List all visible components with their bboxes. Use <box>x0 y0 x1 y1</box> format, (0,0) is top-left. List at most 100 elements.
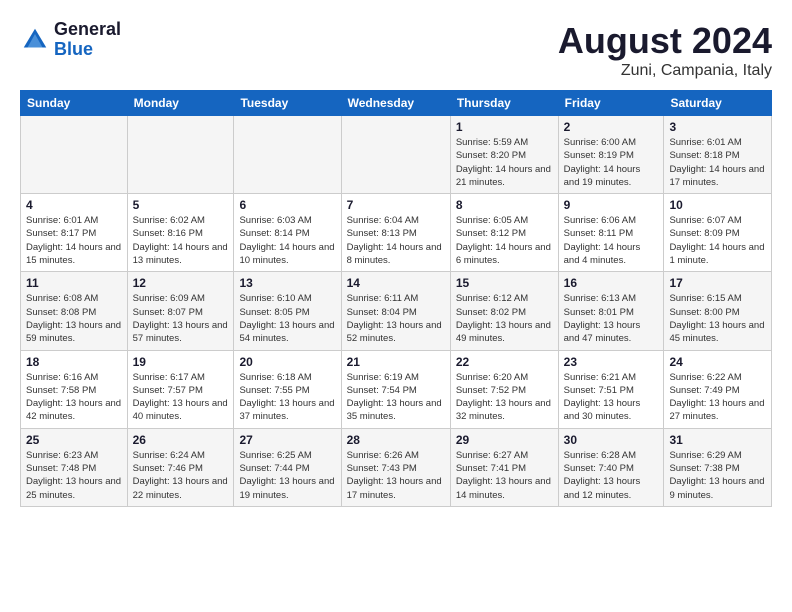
cell-content: Sunrise: 6:23 AM Sunset: 7:48 PM Dayligh… <box>26 449 122 502</box>
calendar-cell: 29 Sunrise: 6:27 AM Sunset: 7:41 PM Dayli… <box>450 428 558 506</box>
day-number: 29 <box>456 433 553 447</box>
logo-icon <box>20 25 50 55</box>
calendar-cell: 24Sunrise: 6:22 AM Sunset: 7:49 PM Dayli… <box>664 350 772 428</box>
calendar-cell: 6 Sunrise: 6:03 AM Sunset: 8:14 PM Daylig… <box>234 194 341 272</box>
calendar-cell <box>234 116 341 194</box>
logo-general: General <box>54 20 121 40</box>
cell-content: Sunrise: 6:04 AM Sunset: 8:13 PM Dayligh… <box>347 214 445 267</box>
calendar-cell: 12 Sunrise: 6:09 AM Sunset: 8:07 PM Dayli… <box>127 272 234 350</box>
day-number: 6 <box>239 198 335 212</box>
day-number: 10 <box>669 198 766 212</box>
weekday-header-thursday: Thursday <box>450 91 558 116</box>
calendar-cell: 25 Sunrise: 6:23 AM Sunset: 7:48 PM Dayli… <box>21 428 128 506</box>
weekday-header-monday: Monday <box>127 91 234 116</box>
cell-content: Sunrise: 6:19 AM Sunset: 7:54 PM Dayligh… <box>347 371 445 424</box>
calendar-cell: 4 Sunrise: 6:01 AM Sunset: 8:17 PM Daylig… <box>21 194 128 272</box>
day-number: 3 <box>669 120 766 134</box>
day-number: 22 <box>456 355 553 369</box>
day-number: 26 <box>133 433 229 447</box>
calendar-cell: 31 Sunrise: 6:29 AM Sunset: 7:38 PM Dayli… <box>664 428 772 506</box>
calendar-cell: 30Sunrise: 6:28 AM Sunset: 7:40 PM Dayli… <box>558 428 664 506</box>
calendar-cell: 5 Sunrise: 6:02 AM Sunset: 8:16 PM Daylig… <box>127 194 234 272</box>
calendar-cell: 2 Sunrise: 6:00 AM Sunset: 8:19 PM Daylig… <box>558 116 664 194</box>
calendar-cell: 23 Sunrise: 6:21 AM Sunset: 7:51 PM Dayli… <box>558 350 664 428</box>
weekday-header-saturday: Saturday <box>664 91 772 116</box>
calendar-cell: 21 Sunrise: 6:19 AM Sunset: 7:54 PM Dayli… <box>341 350 450 428</box>
cell-content: Sunrise: 5:59 AM Sunset: 8:20 PM Dayligh… <box>456 136 553 189</box>
cell-content: Sunrise: 6:09 AM Sunset: 8:07 PM Dayligh… <box>133 292 229 345</box>
weekday-header-tuesday: Tuesday <box>234 91 341 116</box>
cell-content: Sunrise: 6:03 AM Sunset: 8:14 PM Dayligh… <box>239 214 335 267</box>
cell-content: Sunrise: 6:26 AM Sunset: 7:43 PM Dayligh… <box>347 449 445 502</box>
weekday-header-wednesday: Wednesday <box>341 91 450 116</box>
day-number: 14 <box>347 276 445 290</box>
day-number: 2 <box>564 120 659 134</box>
cell-content: Sunrise: 6:13 AM Sunset: 8:01 PM Dayligh… <box>564 292 659 345</box>
calendar-cell: 14 Sunrise: 6:11 AM Sunset: 8:04 PM Dayli… <box>341 272 450 350</box>
day-number: 1 <box>456 120 553 134</box>
day-number: 30 <box>564 433 659 447</box>
calendar-week-row: 1 Sunrise: 5:59 AM Sunset: 8:20 PM Daylig… <box>21 116 772 194</box>
cell-content: Sunrise: 6:00 AM Sunset: 8:19 PM Dayligh… <box>564 136 659 189</box>
calendar-cell: 19 Sunrise: 6:17 AM Sunset: 7:57 PM Dayli… <box>127 350 234 428</box>
cell-content: Sunrise: 6:02 AM Sunset: 8:16 PM Dayligh… <box>133 214 229 267</box>
cell-content: Sunrise: 6:20 AM Sunset: 7:52 PM Dayligh… <box>456 371 553 424</box>
calendar-week-row: 18 Sunrise: 6:16 AM Sunset: 7:58 PM Dayli… <box>21 350 772 428</box>
cell-content: Sunrise: 6:06 AM Sunset: 8:11 PM Dayligh… <box>564 214 659 267</box>
day-number: 23 <box>564 355 659 369</box>
calendar-cell: 15Sunrise: 6:12 AM Sunset: 8:02 PM Dayli… <box>450 272 558 350</box>
day-number: 4 <box>26 198 122 212</box>
calendar-cell <box>21 116 128 194</box>
calendar-cell: 26 Sunrise: 6:24 AM Sunset: 7:46 PM Dayli… <box>127 428 234 506</box>
calendar-week-row: 11Sunrise: 6:08 AM Sunset: 8:08 PM Dayli… <box>21 272 772 350</box>
cell-content: Sunrise: 6:16 AM Sunset: 7:58 PM Dayligh… <box>26 371 122 424</box>
calendar-cell <box>341 116 450 194</box>
cell-content: Sunrise: 6:24 AM Sunset: 7:46 PM Dayligh… <box>133 449 229 502</box>
calendar-cell: 20Sunrise: 6:18 AM Sunset: 7:55 PM Dayli… <box>234 350 341 428</box>
calendar-table: SundayMondayTuesdayWednesdayThursdayFrid… <box>20 90 772 507</box>
cell-content: Sunrise: 6:21 AM Sunset: 7:51 PM Dayligh… <box>564 371 659 424</box>
day-number: 27 <box>239 433 335 447</box>
cell-content: Sunrise: 6:18 AM Sunset: 7:55 PM Dayligh… <box>239 371 335 424</box>
day-number: 25 <box>26 433 122 447</box>
day-number: 18 <box>26 355 122 369</box>
calendar-cell: 16Sunrise: 6:13 AM Sunset: 8:01 PM Dayli… <box>558 272 664 350</box>
cell-content: Sunrise: 6:22 AM Sunset: 7:49 PM Dayligh… <box>669 371 766 424</box>
calendar-cell: 3 Sunrise: 6:01 AM Sunset: 8:18 PM Daylig… <box>664 116 772 194</box>
cell-content: Sunrise: 6:27 AM Sunset: 7:41 PM Dayligh… <box>456 449 553 502</box>
calendar-cell: 27Sunrise: 6:25 AM Sunset: 7:44 PM Dayli… <box>234 428 341 506</box>
day-number: 15 <box>456 276 553 290</box>
cell-content: Sunrise: 6:10 AM Sunset: 8:05 PM Dayligh… <box>239 292 335 345</box>
cell-content: Sunrise: 6:29 AM Sunset: 7:38 PM Dayligh… <box>669 449 766 502</box>
logo-text: General Blue <box>54 20 121 60</box>
cell-content: Sunrise: 6:15 AM Sunset: 8:00 PM Dayligh… <box>669 292 766 345</box>
title-section: August 2024 Zuni, Campania, Italy <box>558 20 772 80</box>
cell-content: Sunrise: 6:01 AM Sunset: 8:18 PM Dayligh… <box>669 136 766 189</box>
calendar-cell: 10 Sunrise: 6:07 AM Sunset: 8:09 PM Dayli… <box>664 194 772 272</box>
calendar-cell: 7Sunrise: 6:04 AM Sunset: 8:13 PM Daylig… <box>341 194 450 272</box>
calendar-cell: 8Sunrise: 6:05 AM Sunset: 8:12 PM Daylig… <box>450 194 558 272</box>
weekday-header-friday: Friday <box>558 91 664 116</box>
logo-blue: Blue <box>54 40 121 60</box>
day-number: 17 <box>669 276 766 290</box>
cell-content: Sunrise: 6:17 AM Sunset: 7:57 PM Dayligh… <box>133 371 229 424</box>
day-number: 31 <box>669 433 766 447</box>
day-number: 12 <box>133 276 229 290</box>
cell-content: Sunrise: 6:01 AM Sunset: 8:17 PM Dayligh… <box>26 214 122 267</box>
calendar-cell: 22 Sunrise: 6:20 AM Sunset: 7:52 PM Dayli… <box>450 350 558 428</box>
day-number: 13 <box>239 276 335 290</box>
cell-content: Sunrise: 6:11 AM Sunset: 8:04 PM Dayligh… <box>347 292 445 345</box>
cell-content: Sunrise: 6:07 AM Sunset: 8:09 PM Dayligh… <box>669 214 766 267</box>
day-number: 28 <box>347 433 445 447</box>
calendar-week-row: 4 Sunrise: 6:01 AM Sunset: 8:17 PM Daylig… <box>21 194 772 272</box>
calendar-week-row: 25 Sunrise: 6:23 AM Sunset: 7:48 PM Dayli… <box>21 428 772 506</box>
day-number: 5 <box>133 198 229 212</box>
day-number: 21 <box>347 355 445 369</box>
calendar-cell: 13 Sunrise: 6:10 AM Sunset: 8:05 PM Dayli… <box>234 272 341 350</box>
weekday-header-sunday: Sunday <box>21 91 128 116</box>
day-number: 9 <box>564 198 659 212</box>
calendar-cell <box>127 116 234 194</box>
calendar-cell: 1 Sunrise: 5:59 AM Sunset: 8:20 PM Daylig… <box>450 116 558 194</box>
day-number: 19 <box>133 355 229 369</box>
calendar-cell: 28 Sunrise: 6:26 AM Sunset: 7:43 PM Dayli… <box>341 428 450 506</box>
